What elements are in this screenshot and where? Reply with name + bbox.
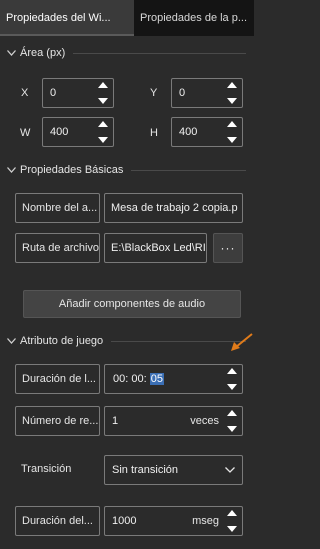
add-audio-button[interactable]: Añadir componentes de audio bbox=[23, 290, 241, 318]
spin-arrows[interactable] bbox=[225, 408, 239, 434]
spin-arrows[interactable] bbox=[225, 119, 239, 145]
h-label: H bbox=[150, 127, 158, 139]
arrow-down-icon bbox=[227, 98, 237, 104]
transition-duration-spinbox[interactable]: 1000 mseg bbox=[104, 506, 243, 536]
repeat-spinbox[interactable]: 1 veces bbox=[104, 406, 243, 436]
w-label: W bbox=[20, 127, 31, 139]
chevron-down-icon bbox=[225, 464, 235, 476]
transition-label: Transición bbox=[21, 463, 72, 475]
annotation-arrow-icon bbox=[231, 333, 253, 351]
path-label: Ruta de archivo bbox=[15, 233, 100, 263]
name-label: Nombre del a... bbox=[15, 193, 100, 223]
x-value: 0 bbox=[50, 87, 57, 99]
section-basic-header[interactable]: Propiedades Básicas bbox=[0, 160, 254, 180]
arrow-up-icon bbox=[227, 410, 237, 416]
h-value: 400 bbox=[179, 126, 198, 138]
duration-label: Duración de l... bbox=[15, 364, 100, 394]
tab-bar: Propiedades del Wi... Propiedades de la … bbox=[0, 0, 254, 36]
chevron-down-icon bbox=[4, 48, 18, 59]
x-spinbox[interactable]: 0 bbox=[42, 78, 114, 108]
arrow-down-icon bbox=[227, 384, 237, 390]
y-value: 0 bbox=[179, 87, 186, 99]
x-label: X bbox=[21, 87, 29, 99]
section-divider bbox=[131, 169, 246, 171]
spin-arrows[interactable] bbox=[96, 80, 110, 106]
section-title: Área (px) bbox=[20, 47, 66, 59]
name-input[interactable]: Mesa de trabajo 2 copia.p bbox=[104, 193, 243, 223]
w-value: 400 bbox=[50, 126, 69, 138]
tab-widget-properties[interactable]: Propiedades del Wi... bbox=[0, 0, 134, 36]
transition-value: Sin transición bbox=[112, 464, 179, 476]
arrow-up-icon bbox=[98, 121, 108, 127]
spin-arrows[interactable] bbox=[225, 80, 239, 106]
y-spinbox[interactable]: 0 bbox=[171, 78, 243, 108]
section-title: Atributo de juego bbox=[20, 335, 104, 347]
chevron-down-icon bbox=[4, 165, 18, 176]
arrow-down-icon bbox=[227, 426, 237, 432]
duration-seconds[interactable]: 05 bbox=[149, 373, 164, 385]
spin-arrows[interactable] bbox=[225, 366, 239, 392]
arrow-down-icon bbox=[227, 137, 237, 143]
section-game-header[interactable]: Atributo de juego bbox=[0, 331, 254, 351]
browse-button[interactable]: ··· bbox=[213, 233, 243, 263]
repeat-label: Número de re... bbox=[15, 406, 100, 436]
transition-duration-label: Duración del... bbox=[15, 506, 100, 536]
h-spinbox[interactable]: 400 bbox=[171, 117, 243, 147]
repeat-value: 1 bbox=[112, 415, 119, 427]
section-divider bbox=[111, 340, 246, 342]
chevron-down-icon bbox=[4, 336, 18, 347]
transition-duration-value: 1000 bbox=[112, 515, 137, 527]
section-title: Propiedades Básicas bbox=[20, 164, 124, 176]
section-area-header[interactable]: Área (px) bbox=[0, 43, 254, 63]
transition-select[interactable]: Sin transición bbox=[104, 455, 243, 485]
arrow-down-icon bbox=[98, 137, 108, 143]
duration-value: 00: 00: 05 bbox=[105, 373, 225, 385]
duration-timebox[interactable]: 00: 00: 05 bbox=[104, 364, 243, 394]
spin-arrows[interactable] bbox=[96, 119, 110, 145]
arrow-up-icon bbox=[227, 368, 237, 374]
path-input[interactable]: E:\BlackBox Led\RI bbox=[104, 233, 207, 263]
arrow-up-icon bbox=[227, 121, 237, 127]
arrow-down-icon bbox=[227, 526, 237, 532]
w-spinbox[interactable]: 400 bbox=[42, 117, 114, 147]
transition-duration-unit: mseg bbox=[192, 515, 219, 527]
arrow-up-icon bbox=[98, 82, 108, 88]
duration-prefix: 00: 00: bbox=[113, 373, 150, 385]
arrow-up-icon bbox=[227, 82, 237, 88]
y-label: Y bbox=[150, 87, 158, 99]
spin-arrows[interactable] bbox=[225, 508, 239, 534]
arrow-down-icon bbox=[98, 98, 108, 104]
section-divider bbox=[73, 52, 246, 54]
repeat-unit: veces bbox=[190, 415, 219, 427]
arrow-up-icon bbox=[227, 510, 237, 516]
tab-page-properties[interactable]: Propiedades de la p... bbox=[134, 0, 254, 36]
